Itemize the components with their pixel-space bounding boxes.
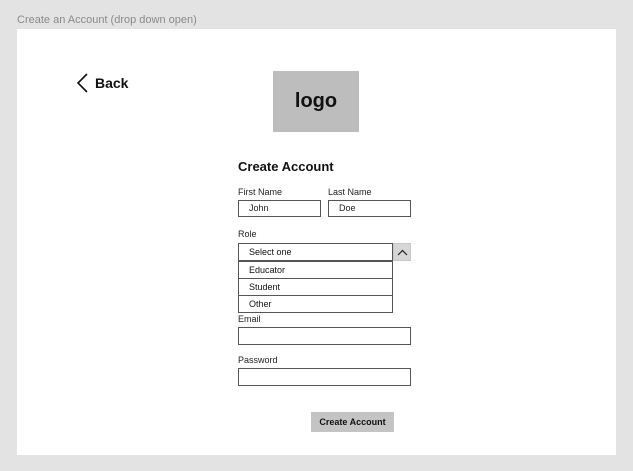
create-account-button[interactable]: Create Account — [311, 412, 394, 432]
form-title: Create Account — [238, 159, 334, 174]
first-name-label: First Name — [238, 187, 283, 197]
password-label: Password — [238, 355, 278, 365]
role-option-educator[interactable]: Educator — [239, 261, 392, 278]
chevron-left-icon — [77, 73, 88, 93]
email-label: Email — [238, 314, 261, 324]
logo-placeholder: logo — [273, 71, 359, 132]
back-button[interactable]: Back — [77, 73, 128, 93]
role-label: Role — [238, 229, 257, 239]
back-label: Back — [95, 75, 129, 91]
frame-label: Create an Account (drop down open) — [17, 14, 197, 26]
role-select[interactable]: Select one — [238, 243, 393, 261]
chevron-up-icon — [397, 243, 408, 261]
role-dropdown-menu: Educator Student Other — [238, 261, 393, 313]
role-dropdown-toggle[interactable] — [393, 243, 411, 261]
password-field[interactable] — [238, 368, 411, 386]
role-option-student[interactable]: Student — [239, 278, 392, 295]
first-name-field[interactable]: John — [238, 200, 321, 217]
last-name-label: Last Name — [328, 187, 372, 197]
email-field[interactable] — [238, 327, 411, 345]
artboard: Back logo Create Account First Name John… — [17, 29, 616, 455]
role-option-other[interactable]: Other — [239, 295, 392, 312]
last-name-field[interactable]: Doe — [328, 200, 411, 217]
